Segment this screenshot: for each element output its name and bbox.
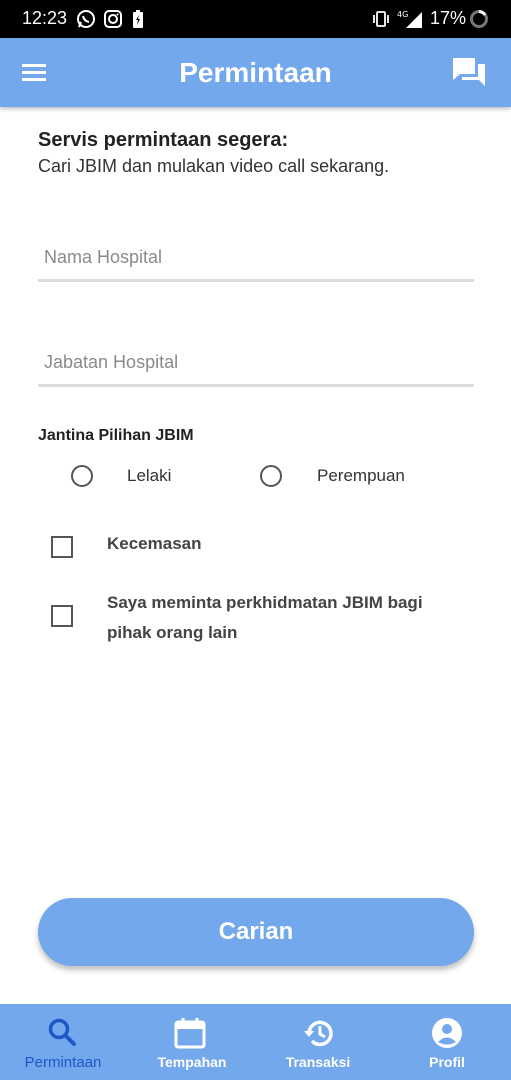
radio-circle-icon[interactable] [71,465,93,487]
nav-label: Transaksi [285,1054,351,1070]
gender-radio-male[interactable]: Lelaki [71,462,201,490]
gender-option-label: Perempuan [317,466,405,485]
chat-icon[interactable] [451,56,487,90]
checkbox-icon[interactable] [51,536,73,558]
loading-ring-icon [468,9,490,29]
search-button[interactable]: Carian [38,898,474,966]
radio-circle-icon[interactable] [260,465,282,487]
on-behalf-label-line1: Saya meminta perkhidmatan JBIM bagi [107,593,423,612]
nav-item-transaksi[interactable]: Transaksi [256,1004,384,1080]
on-behalf-label-line2: pihak orang lain [107,623,238,642]
instagram-icon [103,9,123,29]
on-behalf-checkbox[interactable]: Saya meminta perkhidmatan JBIM bagi piha… [50,588,470,650]
nav-item-profil[interactable]: Profil [384,1004,511,1080]
gender-radio-female[interactable]: Perempuan [260,462,430,490]
history-icon [302,1016,336,1050]
nav-item-permintaan[interactable]: Permintaan [0,1004,128,1080]
nav-item-tempahan[interactable]: Tempahan [128,1004,256,1080]
status-time: 12:23 [22,8,68,28]
intro-subtitle: Cari JBIM dan mulakan video call sekaran… [38,156,390,176]
gender-label: Jantina Pilihan JBIM [38,427,194,444]
intro-title: Servis permintaan segera: [38,129,289,151]
signal-4g-icon: 4G [396,9,424,29]
battery-percent: 17% [430,8,467,28]
search-icon [46,1016,80,1050]
nav-label: Profil [429,1054,465,1070]
status-bar: 12:23 4G 17% [0,0,511,38]
page-title: Permintaan [179,57,332,88]
app-bar: Permintaan [0,38,511,107]
vibrate-icon [372,9,390,29]
nav-label: Permintaan [24,1054,102,1071]
battery-charging-icon [131,9,145,29]
emergency-checkbox[interactable]: Kecemasan [50,533,350,563]
whatsapp-icon [76,9,96,29]
calendar-icon [173,1016,207,1050]
checkbox-icon[interactable] [51,605,73,627]
emergency-label: Kecemasan [107,534,202,553]
hospital-name-input[interactable] [38,222,474,282]
gender-option-label: Lelaki [127,466,172,485]
hospital-department-input[interactable] [38,327,474,387]
bottom-nav: Permintaan Tempahan Transaksi Profil [0,1004,511,1080]
nav-label: Tempahan [157,1054,227,1070]
svg-text:4G: 4G [397,10,408,19]
account-icon [430,1016,464,1050]
